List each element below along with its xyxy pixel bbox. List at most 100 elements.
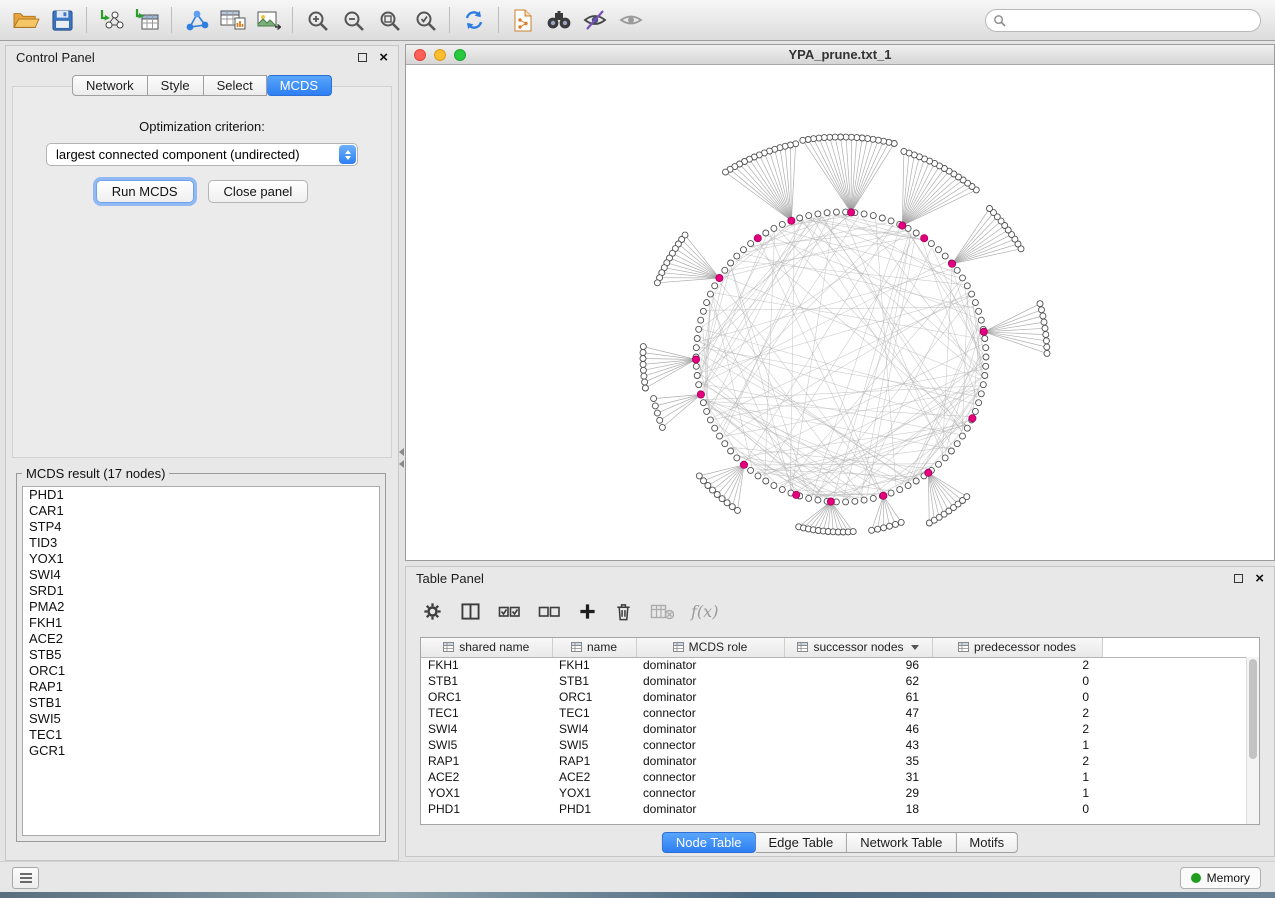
table-settings-button[interactable] bbox=[422, 601, 443, 622]
zoom-in-button[interactable] bbox=[299, 3, 335, 37]
tab-network[interactable]: Network bbox=[72, 75, 148, 96]
mcds-result-item[interactable]: SWI4 bbox=[23, 567, 379, 583]
apply-style-button[interactable] bbox=[505, 3, 541, 37]
panel-selector-button[interactable] bbox=[12, 867, 39, 889]
table-row[interactable]: TEC1TEC1connector472 bbox=[421, 705, 1259, 721]
toolbar-separator bbox=[498, 7, 499, 33]
network-table-button[interactable] bbox=[214, 3, 250, 37]
table-row[interactable]: ACE2ACE2connector311 bbox=[421, 769, 1259, 785]
save-button[interactable] bbox=[44, 3, 80, 37]
mcds-result-item[interactable]: PMA2 bbox=[23, 599, 379, 615]
run-mcds-button[interactable]: Run MCDS bbox=[96, 180, 194, 203]
deselect-all-icon bbox=[538, 603, 561, 620]
table-cell: 47 bbox=[784, 705, 932, 721]
hide-selected-button[interactable] bbox=[577, 3, 613, 37]
export-image-button[interactable] bbox=[250, 3, 286, 37]
show-all-button[interactable] bbox=[613, 3, 649, 37]
mcds-result-item[interactable]: ORC1 bbox=[23, 663, 379, 679]
mcds-result-item[interactable]: YOX1 bbox=[23, 551, 379, 567]
zoom-fit-button[interactable] bbox=[371, 3, 407, 37]
zoom-out-button[interactable] bbox=[335, 3, 371, 37]
deselect-all-button[interactable] bbox=[538, 603, 561, 620]
tab-select[interactable]: Select bbox=[204, 75, 267, 96]
select-all-button[interactable] bbox=[498, 603, 521, 620]
table-row[interactable]: PHD1PHD1dominator180 bbox=[421, 801, 1259, 817]
zoom-selected-button[interactable] bbox=[407, 3, 443, 37]
table-row[interactable]: YOX1YOX1connector291 bbox=[421, 785, 1259, 801]
column-header-shared-name[interactable]: shared name bbox=[421, 638, 552, 657]
close-panel-icon[interactable]: × bbox=[1255, 574, 1264, 583]
control-panel-title: Control Panel bbox=[16, 50, 95, 65]
scrollbar-thumb[interactable] bbox=[1249, 659, 1257, 759]
mcds-result-item[interactable]: STB1 bbox=[23, 695, 379, 711]
delete-row-button[interactable] bbox=[614, 601, 633, 622]
table-row[interactable]: RAP1RAP1dominator352 bbox=[421, 753, 1259, 769]
mcds-result-item[interactable]: STB5 bbox=[23, 647, 379, 663]
table-row[interactable]: STB1STB1dominator620 bbox=[421, 673, 1259, 689]
mcds-result-item[interactable]: TID3 bbox=[23, 535, 379, 551]
table-row[interactable]: SWI4SWI4dominator462 bbox=[421, 721, 1259, 737]
table-cell-filler bbox=[1102, 753, 1259, 769]
refresh-button[interactable] bbox=[456, 3, 492, 37]
tab-network-table[interactable]: Network Table bbox=[847, 832, 956, 853]
new-network-button[interactable] bbox=[178, 3, 214, 37]
tab-mcds[interactable]: MCDS bbox=[267, 75, 332, 96]
mcds-result-item[interactable]: STP4 bbox=[23, 519, 379, 535]
mcds-result-item[interactable]: FKH1 bbox=[23, 615, 379, 631]
mcds-result-item[interactable]: SWI5 bbox=[23, 711, 379, 727]
function-builder-button[interactable]: f(x) bbox=[691, 602, 718, 621]
collapse-left-icon[interactable] bbox=[399, 448, 404, 456]
table-cell: dominator bbox=[636, 689, 784, 705]
float-panel-icon[interactable] bbox=[358, 53, 367, 62]
search-input[interactable] bbox=[1011, 13, 1260, 28]
table-row[interactable]: SWI5SWI5connector431 bbox=[421, 737, 1259, 753]
table-cell: 0 bbox=[932, 801, 1102, 817]
memory-button[interactable]: Memory bbox=[1180, 867, 1261, 889]
float-panel-icon[interactable] bbox=[1234, 574, 1243, 583]
column-header-predecessor-nodes[interactable]: predecessor nodes bbox=[932, 638, 1102, 657]
tab-style[interactable]: Style bbox=[148, 75, 204, 96]
table-cell-filler bbox=[1102, 721, 1259, 737]
column-header-name[interactable]: name bbox=[552, 638, 636, 657]
table-scrollbar[interactable] bbox=[1246, 657, 1259, 824]
control-panel-header: Control Panel × bbox=[6, 46, 398, 68]
node-table-grid: shared namenameMCDS rolesuccessor nodesp… bbox=[421, 638, 1259, 817]
add-row-button[interactable] bbox=[578, 602, 597, 621]
column-header-MCDS-role[interactable]: MCDS role bbox=[636, 638, 784, 657]
tab-motifs[interactable]: Motifs bbox=[956, 832, 1018, 853]
delete-table-button[interactable] bbox=[650, 603, 674, 620]
table-cell: 43 bbox=[784, 737, 932, 753]
table-cell: 1 bbox=[932, 785, 1102, 801]
table-cell: 1 bbox=[932, 737, 1102, 753]
tab-node-table[interactable]: Node Table bbox=[662, 832, 756, 853]
mcds-result-list: PHD1CAR1STP4TID3YOX1SWI4SRD1PMA2FKH1ACE2… bbox=[22, 486, 380, 836]
close-panel-button[interactable]: Close panel bbox=[208, 180, 309, 203]
import-table-button[interactable] bbox=[129, 3, 165, 37]
find-button[interactable] bbox=[541, 3, 577, 37]
import-network-button[interactable] bbox=[93, 3, 129, 37]
mcds-result-item[interactable]: ACE2 bbox=[23, 631, 379, 647]
close-panel-icon[interactable]: × bbox=[379, 53, 388, 62]
mcds-result-item[interactable]: RAP1 bbox=[23, 679, 379, 695]
tab-edge-table[interactable]: Edge Table bbox=[755, 832, 847, 853]
mcds-result-item[interactable]: PHD1 bbox=[23, 487, 379, 503]
table-row[interactable]: ORC1ORC1dominator610 bbox=[421, 689, 1259, 705]
table-cell: ACE2 bbox=[552, 769, 636, 785]
mcds-result-item[interactable]: CAR1 bbox=[23, 503, 379, 519]
network-canvas[interactable] bbox=[406, 65, 1274, 560]
table-cell: connector bbox=[636, 705, 784, 721]
mcds-result-item[interactable]: SRD1 bbox=[23, 583, 379, 599]
toggle-column-button[interactable] bbox=[460, 602, 481, 621]
mcds-result-item[interactable]: TEC1 bbox=[23, 727, 379, 743]
table-cell: TEC1 bbox=[552, 705, 636, 721]
open-file-button[interactable] bbox=[8, 3, 44, 37]
column-header-successor-nodes[interactable]: successor nodes bbox=[784, 638, 932, 657]
collapse-left-icon[interactable] bbox=[399, 460, 404, 468]
network-window: YPA_prune.txt_1 bbox=[405, 44, 1275, 561]
search-field[interactable] bbox=[985, 9, 1261, 32]
zoom-selected-icon bbox=[414, 9, 437, 32]
table-row[interactable]: FKH1FKH1dominator962 bbox=[421, 657, 1259, 673]
list-icon bbox=[19, 872, 33, 884]
criterion-select[interactable]: largest connected component (undirected) bbox=[46, 143, 358, 166]
mcds-result-item[interactable]: GCR1 bbox=[23, 743, 379, 759]
